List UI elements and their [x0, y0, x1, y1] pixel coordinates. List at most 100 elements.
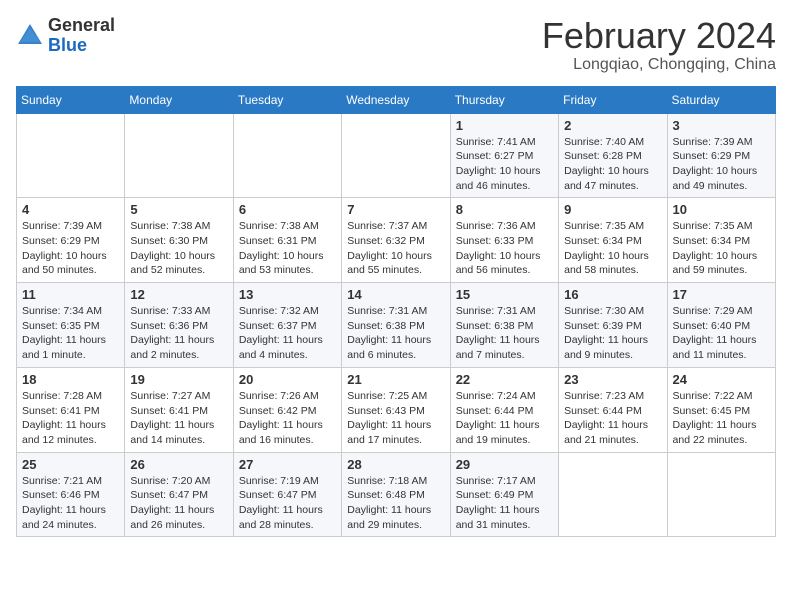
calendar-cell: 6 Sunrise: 7:38 AM Sunset: 6:31 PM Daylig…	[233, 198, 341, 283]
day-info: Sunrise: 7:23 AM Sunset: 6:44 PM Dayligh…	[564, 389, 661, 448]
day-info: Sunrise: 7:34 AM Sunset: 6:35 PM Dayligh…	[22, 304, 119, 363]
week-row-3: 11 Sunrise: 7:34 AM Sunset: 6:35 PM Dayli…	[17, 283, 776, 368]
day-number: 2	[564, 118, 661, 133]
calendar-cell: 10 Sunrise: 7:35 AM Sunset: 6:34 PM Dayli…	[667, 198, 775, 283]
day-number: 27	[239, 457, 336, 472]
day-number: 4	[22, 202, 119, 217]
day-info: Sunrise: 7:28 AM Sunset: 6:41 PM Dayligh…	[22, 389, 119, 448]
day-number: 23	[564, 372, 661, 387]
day-number: 8	[456, 202, 553, 217]
calendar-cell: 23 Sunrise: 7:23 AM Sunset: 6:44 PM Dayli…	[559, 367, 667, 452]
week-row-1: 1 Sunrise: 7:41 AM Sunset: 6:27 PM Daylig…	[17, 113, 776, 198]
day-number: 6	[239, 202, 336, 217]
day-info: Sunrise: 7:36 AM Sunset: 6:33 PM Dayligh…	[456, 219, 553, 278]
calendar-cell: 27 Sunrise: 7:19 AM Sunset: 6:47 PM Dayli…	[233, 452, 341, 537]
day-number: 11	[22, 287, 119, 302]
calendar-cell: 26 Sunrise: 7:20 AM Sunset: 6:47 PM Dayli…	[125, 452, 233, 537]
calendar-cell	[342, 113, 450, 198]
day-info: Sunrise: 7:21 AM Sunset: 6:46 PM Dayligh…	[22, 474, 119, 533]
calendar-cell: 13 Sunrise: 7:32 AM Sunset: 6:37 PM Dayli…	[233, 283, 341, 368]
location-title: Longqiao, Chongqing, China	[542, 56, 776, 74]
day-info: Sunrise: 7:29 AM Sunset: 6:40 PM Dayligh…	[673, 304, 770, 363]
logo-blue-text: Blue	[48, 35, 87, 55]
calendar-cell: 17 Sunrise: 7:29 AM Sunset: 6:40 PM Dayli…	[667, 283, 775, 368]
calendar-cell: 15 Sunrise: 7:31 AM Sunset: 6:38 PM Dayli…	[450, 283, 558, 368]
week-row-5: 25 Sunrise: 7:21 AM Sunset: 6:46 PM Dayli…	[17, 452, 776, 537]
day-number: 25	[22, 457, 119, 472]
calendar-cell: 22 Sunrise: 7:24 AM Sunset: 6:44 PM Dayli…	[450, 367, 558, 452]
header: General Blue February 2024 Longqiao, Cho…	[16, 16, 776, 74]
day-number: 15	[456, 287, 553, 302]
week-row-4: 18 Sunrise: 7:28 AM Sunset: 6:41 PM Dayli…	[17, 367, 776, 452]
day-info: Sunrise: 7:35 AM Sunset: 6:34 PM Dayligh…	[564, 219, 661, 278]
calendar-cell: 3Sunrise: 7:39 AM Sunset: 6:29 PM Daylig…	[667, 113, 775, 198]
day-info: Sunrise: 7:31 AM Sunset: 6:38 PM Dayligh…	[456, 304, 553, 363]
day-number: 22	[456, 372, 553, 387]
calendar-cell: 12Sunrise: 7:33 AM Sunset: 6:36 PM Dayli…	[125, 283, 233, 368]
calendar-cell: 2 Sunrise: 7:40 AM Sunset: 6:28 PM Daylig…	[559, 113, 667, 198]
day-number: 9	[564, 202, 661, 217]
day-number: 26	[130, 457, 227, 472]
calendar-cell: 25 Sunrise: 7:21 AM Sunset: 6:46 PM Dayli…	[17, 452, 125, 537]
day-info: Sunrise: 7:30 AM Sunset: 6:39 PM Dayligh…	[564, 304, 661, 363]
day-info: Sunrise: 7:27 AM Sunset: 6:41 PM Dayligh…	[130, 389, 227, 448]
day-header-friday: Friday	[559, 86, 667, 113]
day-number: 20	[239, 372, 336, 387]
calendar-cell: 16 Sunrise: 7:30 AM Sunset: 6:39 PM Dayli…	[559, 283, 667, 368]
day-info: Sunrise: 7:31 AM Sunset: 6:38 PM Dayligh…	[347, 304, 444, 363]
day-info: Sunrise: 7:41 AM Sunset: 6:27 PM Dayligh…	[456, 135, 553, 194]
day-header-sunday: Sunday	[17, 86, 125, 113]
day-info: Sunrise: 7:40 AM Sunset: 6:28 PM Dayligh…	[564, 135, 661, 194]
day-info: Sunrise: 7:20 AM Sunset: 6:47 PM Dayligh…	[130, 474, 227, 533]
day-number: 24	[673, 372, 770, 387]
day-info: Sunrise: 7:37 AM Sunset: 6:32 PM Dayligh…	[347, 219, 444, 278]
calendar-cell: 14Sunrise: 7:31 AM Sunset: 6:38 PM Dayli…	[342, 283, 450, 368]
day-info: Sunrise: 7:25 AM Sunset: 6:43 PM Dayligh…	[347, 389, 444, 448]
logo-general-text: General	[48, 15, 115, 35]
calendar-cell: 18 Sunrise: 7:28 AM Sunset: 6:41 PM Dayli…	[17, 367, 125, 452]
logo-text: General Blue	[48, 16, 115, 56]
calendar-cell	[667, 452, 775, 537]
calendar-cell: 20 Sunrise: 7:26 AM Sunset: 6:42 PM Dayli…	[233, 367, 341, 452]
calendar-cell: 1 Sunrise: 7:41 AM Sunset: 6:27 PM Daylig…	[450, 113, 558, 198]
calendar-cell: 11 Sunrise: 7:34 AM Sunset: 6:35 PM Dayli…	[17, 283, 125, 368]
day-number: 10	[673, 202, 770, 217]
calendar-cell	[233, 113, 341, 198]
day-number: 19	[130, 372, 227, 387]
day-number: 5	[130, 202, 227, 217]
calendar-cell: 9 Sunrise: 7:35 AM Sunset: 6:34 PM Daylig…	[559, 198, 667, 283]
calendar-cell: 19 Sunrise: 7:27 AM Sunset: 6:41 PM Dayli…	[125, 367, 233, 452]
week-row-2: 4 Sunrise: 7:39 AM Sunset: 6:29 PM Daylig…	[17, 198, 776, 283]
calendar-cell	[17, 113, 125, 198]
day-number: 7	[347, 202, 444, 217]
day-info: Sunrise: 7:26 AM Sunset: 6:42 PM Dayligh…	[239, 389, 336, 448]
calendar-cell: 21 Sunrise: 7:25 AM Sunset: 6:43 PM Dayli…	[342, 367, 450, 452]
day-header-wednesday: Wednesday	[342, 86, 450, 113]
day-info: Sunrise: 7:35 AM Sunset: 6:34 PM Dayligh…	[673, 219, 770, 278]
day-number: 16	[564, 287, 661, 302]
day-info: Sunrise: 7:32 AM Sunset: 6:37 PM Dayligh…	[239, 304, 336, 363]
day-number: 29	[456, 457, 553, 472]
day-number: 17	[673, 287, 770, 302]
calendar-cell	[125, 113, 233, 198]
day-info: Sunrise: 7:38 AM Sunset: 6:31 PM Dayligh…	[239, 219, 336, 278]
day-info: Sunrise: 7:22 AM Sunset: 6:45 PM Dayligh…	[673, 389, 770, 448]
day-number: 28	[347, 457, 444, 472]
day-number: 18	[22, 372, 119, 387]
day-info: Sunrise: 7:24 AM Sunset: 6:44 PM Dayligh…	[456, 389, 553, 448]
logo: General Blue	[16, 16, 115, 56]
day-number: 12	[130, 287, 227, 302]
day-info: Sunrise: 7:19 AM Sunset: 6:47 PM Dayligh…	[239, 474, 336, 533]
day-info: Sunrise: 7:39 AM Sunset: 6:29 PM Dayligh…	[22, 219, 119, 278]
day-info: Sunrise: 7:17 AM Sunset: 6:49 PM Dayligh…	[456, 474, 553, 533]
day-number: 1	[456, 118, 553, 133]
logo-icon	[16, 22, 44, 50]
day-number: 21	[347, 372, 444, 387]
calendar-cell: 8 Sunrise: 7:36 AM Sunset: 6:33 PM Daylig…	[450, 198, 558, 283]
day-number: 13	[239, 287, 336, 302]
calendar-cell: 28Sunrise: 7:18 AM Sunset: 6:48 PM Dayli…	[342, 452, 450, 537]
days-header-row: SundayMondayTuesdayWednesdayThursdayFrid…	[17, 86, 776, 113]
title-area: February 2024 Longqiao, Chongqing, China	[542, 16, 776, 74]
month-title: February 2024	[542, 16, 776, 56]
day-header-thursday: Thursday	[450, 86, 558, 113]
